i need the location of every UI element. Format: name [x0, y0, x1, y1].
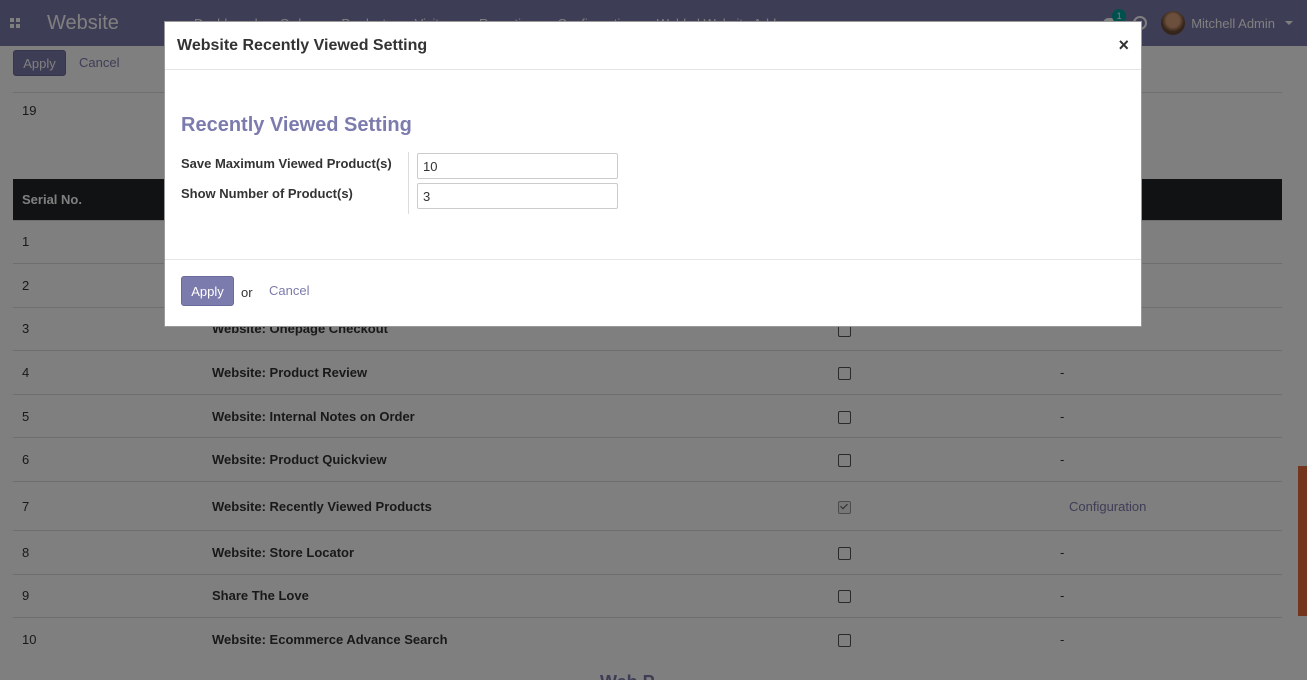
field-divider: [408, 152, 409, 214]
section-title: Recently Viewed Setting: [181, 114, 412, 136]
show-number-label: Show Number of Product(s): [181, 186, 353, 201]
modal-header: Website Recently Viewed Setting ×: [165, 22, 1141, 70]
cancel-link[interactable]: Cancel: [269, 283, 309, 298]
max-viewed-label: Save Maximum Viewed Product(s): [181, 156, 392, 171]
apply-button[interactable]: Apply: [181, 276, 234, 306]
show-number-input[interactable]: [417, 183, 618, 209]
close-icon[interactable]: ×: [1118, 36, 1129, 54]
or-text: or: [241, 285, 253, 300]
modal-footer: Apply or Cancel: [165, 259, 1141, 327]
settings-modal: Website Recently Viewed Setting × Recent…: [164, 21, 1142, 327]
modal-body: Recently Viewed Setting Save Maximum Vie…: [165, 70, 1141, 259]
max-viewed-input[interactable]: [417, 153, 618, 179]
modal-title: Website Recently Viewed Setting: [177, 37, 428, 54]
